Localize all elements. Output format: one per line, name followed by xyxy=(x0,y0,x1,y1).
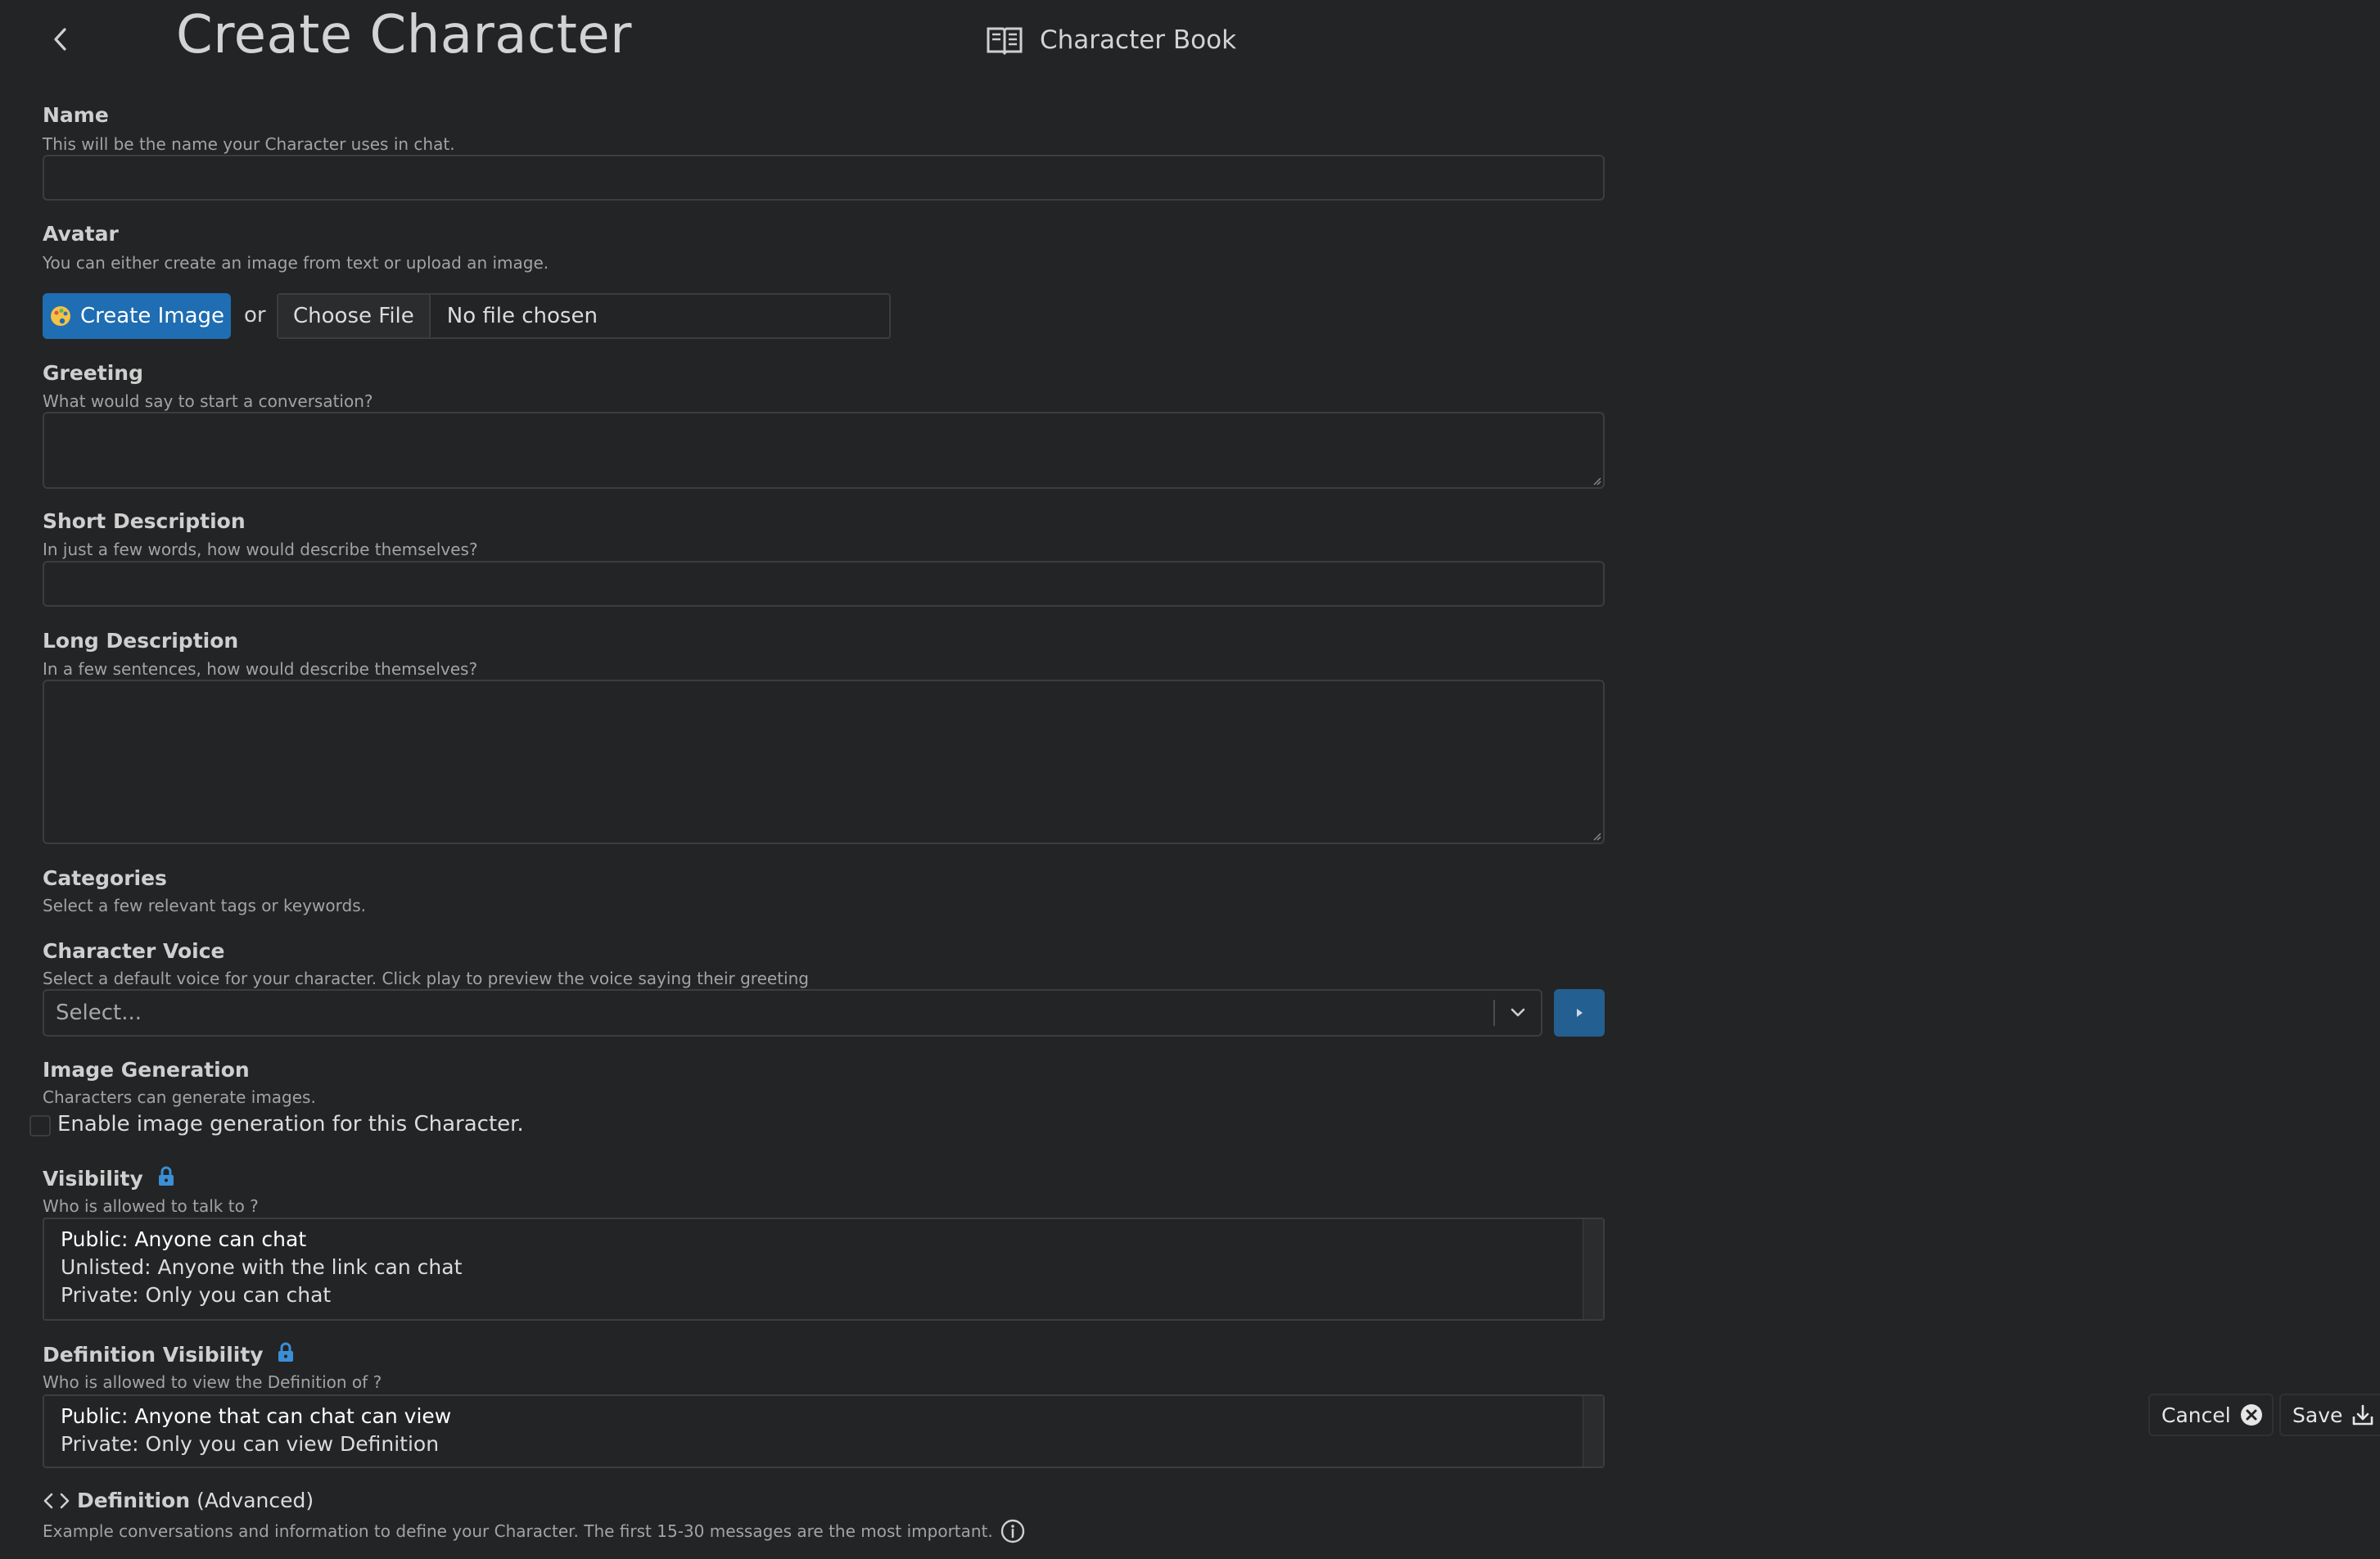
lock-icon xyxy=(158,1166,174,1186)
cancel-label: Cancel xyxy=(2161,1403,2231,1427)
create-image-label: Create Image xyxy=(79,304,225,328)
download-icon xyxy=(2353,1404,2373,1426)
definition-label: Definition xyxy=(77,1489,191,1512)
visibility-option-unlisted[interactable]: Unlisted: Anyone with the link can chat xyxy=(61,1254,1587,1281)
definition-visibility-option-public[interactable]: Public: Anyone that can chat can view xyxy=(61,1403,1587,1430)
greeting-label: Greeting xyxy=(43,361,143,385)
save-label: Save xyxy=(2292,1403,2343,1427)
resize-handle-icon[interactable] xyxy=(1592,831,1601,841)
voice-select-placeholder: Select... xyxy=(56,1001,142,1025)
categories-help: Select a few relevant tags or keywords. xyxy=(43,896,366,915)
visibility-label-text: Visibility xyxy=(43,1167,143,1191)
listbox-scrollbar[interactable] xyxy=(1583,1396,1603,1466)
definition-help-row: Example conversations and information to… xyxy=(43,1518,1026,1544)
avatar-label: Avatar xyxy=(43,222,119,246)
chevron-left-icon xyxy=(54,28,66,51)
long-description-label: Long Description xyxy=(43,629,239,653)
definition-help: Example conversations and information to… xyxy=(43,1521,993,1541)
play-icon xyxy=(1577,1009,1583,1017)
file-status: No file chosen xyxy=(446,304,598,328)
definition-toggle[interactable]: Definition (Advanced) xyxy=(43,1489,314,1512)
resize-handle-icon[interactable] xyxy=(1592,476,1601,486)
save-button[interactable]: Save xyxy=(2279,1394,2380,1436)
palette-icon xyxy=(50,306,70,326)
select-dropdown-toggle[interactable] xyxy=(1495,1008,1541,1018)
definition-visibility-listbox[interactable]: Public: Anyone that can chat can view Pr… xyxy=(43,1394,1605,1468)
avatar-file-input[interactable]: Choose File No file chosen xyxy=(277,293,891,339)
close-circle-icon xyxy=(2240,1404,2262,1426)
character-voice-label: Character Voice xyxy=(43,939,225,963)
definition-visibility-label-text: Definition Visibility xyxy=(43,1343,264,1367)
definition-visibility-option-private[interactable]: Private: Only you can view Definition xyxy=(61,1430,1587,1458)
short-description-help: In just a few words, how would describe … xyxy=(43,540,478,559)
info-icon[interactable] xyxy=(1000,1518,1026,1544)
name-help: This will be the name your Character use… xyxy=(43,134,455,154)
visibility-listbox[interactable]: Public: Anyone can chat Unlisted: Anyone… xyxy=(43,1218,1605,1321)
character-voice-help: Select a default voice for your characte… xyxy=(43,969,809,988)
play-voice-button[interactable] xyxy=(1554,989,1605,1037)
categories-label: Categories xyxy=(43,866,167,890)
long-description-help: In a few sentences, how would describe t… xyxy=(43,659,478,679)
visibility-label: Visibility xyxy=(43,1166,175,1191)
short-description-label: Short Description xyxy=(43,509,246,533)
image-generation-help: Characters can generate images. xyxy=(43,1087,316,1107)
choose-file-button[interactable]: Choose File xyxy=(278,295,431,337)
character-book-label: Character Book xyxy=(1040,25,1237,55)
greeting-textarea[interactable] xyxy=(43,412,1605,489)
voice-select[interactable]: Select... xyxy=(43,989,1542,1037)
avatar-or-text: or xyxy=(244,303,266,328)
visibility-help: Who is allowed to talk to ? xyxy=(43,1196,259,1216)
page-title: Create Character xyxy=(176,5,632,66)
image-generation-checkbox-label[interactable]: Enable image generation for this Charact… xyxy=(57,1112,524,1136)
create-image-button[interactable]: Create Image xyxy=(43,293,231,339)
cancel-button[interactable]: Cancel xyxy=(2148,1394,2274,1436)
listbox-scrollbar[interactable] xyxy=(1583,1219,1603,1319)
image-generation-checkbox[interactable] xyxy=(29,1115,51,1136)
code-icon xyxy=(43,1493,70,1508)
definition-suffix: (Advanced) xyxy=(196,1489,314,1512)
visibility-option-public[interactable]: Public: Anyone can chat xyxy=(61,1226,1587,1254)
image-generation-label: Image Generation xyxy=(43,1058,250,1082)
visibility-option-private[interactable]: Private: Only you can chat xyxy=(61,1281,1587,1309)
chevron-down-icon xyxy=(1511,1008,1525,1017)
short-description-input[interactable] xyxy=(43,561,1605,607)
lock-icon xyxy=(278,1342,294,1362)
character-book-link[interactable]: Character Book xyxy=(986,25,1236,56)
long-description-textarea[interactable] xyxy=(43,680,1605,844)
name-label: Name xyxy=(43,103,109,127)
greeting-help: What would say to start a conversation? xyxy=(43,391,373,411)
name-input[interactable] xyxy=(43,155,1605,201)
book-icon xyxy=(987,27,1023,56)
definition-visibility-help: Who is allowed to view the Definition of… xyxy=(43,1372,382,1392)
definition-visibility-label: Definition Visibility xyxy=(43,1342,295,1367)
back-button[interactable] xyxy=(43,18,79,61)
avatar-help: You can either create an image from text… xyxy=(43,253,549,273)
